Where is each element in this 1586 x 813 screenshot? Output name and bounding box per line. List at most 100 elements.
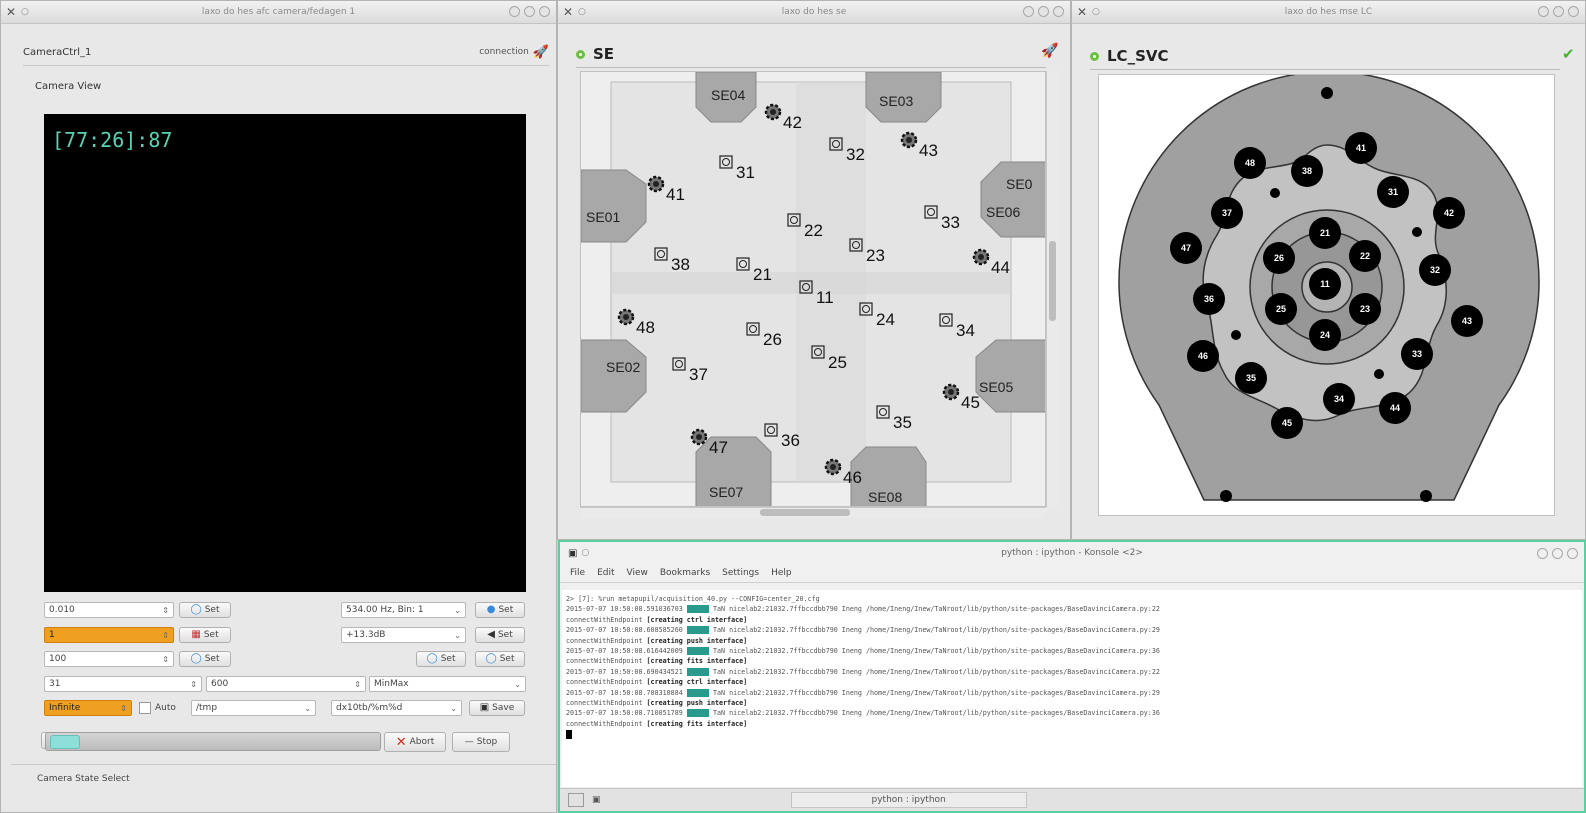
close-button[interactable]	[1567, 548, 1578, 559]
connection-status[interactable]: connection 🚀	[479, 45, 549, 60]
close-button[interactable]	[1568, 6, 1579, 17]
checkbox-box[interactable]	[139, 702, 151, 714]
gain-select[interactable]: +13.3dB ⌄	[341, 627, 466, 643]
progress-slider[interactable]	[45, 732, 381, 751]
lc-circle-38[interactable]: 38	[1291, 155, 1323, 187]
maximize-button[interactable]	[1552, 548, 1563, 559]
lc-circle-41[interactable]: 41	[1345, 132, 1377, 164]
set-button-b[interactable]: ◯ Set	[475, 651, 525, 667]
pattern-select[interactable]: dx10tb/%m%d ⌄	[331, 700, 462, 716]
lc-circle-45[interactable]: 45	[1271, 407, 1303, 439]
lc-circle-47[interactable]: 47	[1170, 232, 1202, 264]
se-canvas[interactable]: SE04 SE03 SE01 SE06 SE02 SE05 SE07 SE08 SE0 42 43…	[580, 71, 1046, 507]
lc-canvas[interactable]: 41 48 38 31 37 42 47 21 22 26 11 32 36 25 23 43 24 46 33 35…	[1098, 74, 1555, 516]
se-region-se05	[975, 339, 1045, 413]
save-button[interactable]: ▣ Save	[469, 700, 525, 716]
lc-circle-32[interactable]: 32	[1419, 254, 1451, 286]
roi-x-field[interactable]: 31 ⇕	[44, 676, 202, 692]
maximize-button[interactable]	[1038, 6, 1049, 17]
gain-field[interactable]: 100 ⇕	[44, 651, 174, 667]
menu-bookmarks[interactable]: Bookmarks	[660, 568, 710, 578]
set-button-a[interactable]: ◯ Set	[416, 651, 466, 667]
frames-field[interactable]: 1 ⇕	[44, 627, 174, 643]
hole	[1412, 227, 1422, 237]
lc-circle-23[interactable]: 23	[1349, 293, 1381, 325]
spinner-icon[interactable]: ⇕	[120, 704, 127, 713]
set-exposure-button[interactable]: ◯ Set	[179, 602, 231, 618]
menu-view[interactable]: View	[627, 568, 648, 578]
status-bar: Camera State Select	[11, 764, 556, 792]
minimize-button[interactable]	[1023, 6, 1034, 17]
lc-circle-46[interactable]: 46	[1187, 340, 1219, 372]
se-horizontal-scrollbar[interactable]	[580, 507, 1046, 518]
scroll-thumb[interactable]	[1049, 241, 1056, 321]
pin-icon[interactable]: ○	[21, 7, 33, 17]
menu-edit[interactable]: Edit	[597, 568, 614, 578]
circle-label: 25	[1276, 304, 1286, 314]
lc-map: 41 48 38 31 37 42 47 21 22 26 11 32 36 25 23 43 24 46 33 35…	[1118, 75, 1540, 502]
auto-checkbox[interactable]: Auto	[139, 700, 189, 716]
set-frames-button[interactable]: ▦ Set	[179, 627, 231, 643]
path-select[interactable]: /tmp ⌄	[191, 700, 316, 716]
lc-circle-34[interactable]: 34	[1323, 383, 1355, 415]
lc-circle-26[interactable]: 26	[1263, 242, 1295, 274]
minimize-button[interactable]	[509, 6, 520, 17]
minimize-button[interactable]	[1538, 6, 1549, 17]
infinite-field[interactable]: Infinite ⇕	[44, 700, 132, 716]
spinner-icon[interactable]: ⇕	[162, 655, 169, 664]
lc-circle-33[interactable]: 33	[1401, 338, 1433, 370]
new-tab-icon[interactable]	[568, 793, 584, 807]
lc-circle-22[interactable]: 22	[1349, 240, 1381, 272]
fiber-label: 31	[736, 163, 755, 182]
rate-select[interactable]: 534.00 Hz, Bin: 1 ⌄	[341, 602, 466, 618]
lc-circle-37[interactable]: 37	[1211, 197, 1243, 229]
spinner-icon[interactable]: ⇕	[190, 680, 197, 689]
exposure-field[interactable]: 0.010 ⇕	[44, 602, 174, 618]
lc-circle-48[interactable]: 48	[1234, 147, 1266, 179]
lc-circle-42[interactable]: 42	[1433, 197, 1465, 229]
set-rate-button[interactable]: ● Set	[475, 602, 525, 618]
lc-circle-35[interactable]: 35	[1235, 362, 1267, 394]
stop-button[interactable]: — Stop	[452, 732, 510, 752]
close-icon[interactable]: ✕	[558, 5, 578, 19]
terminal-tab[interactable]: python : ipython	[790, 792, 1027, 808]
maximize-button[interactable]	[1553, 6, 1564, 17]
close-icon[interactable]: ✕	[1072, 5, 1092, 19]
spinner-icon[interactable]: ⇕	[162, 631, 169, 640]
scroll-thumb[interactable]	[760, 509, 850, 516]
lc-circle-36[interactable]: 36	[1193, 283, 1225, 315]
pin-icon[interactable]: ○	[1092, 7, 1104, 17]
close-icon[interactable]: ✕	[1, 5, 21, 19]
terminal-output[interactable]: 2> [7]: %run metapupil/acquisition_40.py…	[562, 590, 1582, 787]
scale-select[interactable]: MinMax ⌄	[369, 676, 526, 692]
close-button[interactable]	[1053, 6, 1064, 17]
close-button[interactable]	[539, 6, 550, 17]
slider-thumb[interactable]	[50, 735, 80, 749]
camera-window-titlebar[interactable]: ✕ ○ laxo do hes afc camera/fedagen 1	[1, 1, 556, 24]
maximize-button[interactable]	[524, 6, 535, 17]
terminal-titlebar[interactable]: ▣ ○ python : ipython - Konsole <2>	[560, 542, 1584, 564]
lc-window-titlebar[interactable]: ✕ ○ laxo do hes mse LC	[1072, 1, 1585, 24]
abort-button[interactable]: ✕ Abort	[384, 732, 446, 752]
lc-circle-21[interactable]: 21	[1309, 217, 1341, 249]
minimize-button[interactable]	[1537, 548, 1548, 559]
menu-settings[interactable]: Settings	[722, 568, 759, 578]
lc-circle-31[interactable]: 31	[1377, 176, 1409, 208]
spinner-icon[interactable]: ⇕	[354, 680, 361, 689]
lc-circle-25[interactable]: 25	[1265, 293, 1297, 325]
set-gain-select-button[interactable]: ◀ Set	[475, 627, 525, 643]
set-gain-button[interactable]: ◯ Set	[179, 651, 231, 667]
lc-circle-11[interactable]: 11	[1309, 268, 1341, 300]
menu-file[interactable]: File	[570, 568, 585, 578]
pin-icon[interactable]: ○	[578, 7, 590, 17]
roi-y-field[interactable]: 600 ⇕	[206, 676, 366, 692]
spinner-icon[interactable]: ⇕	[162, 606, 169, 615]
menu-help[interactable]: Help	[771, 568, 792, 578]
se-vertical-scrollbar[interactable]	[1046, 71, 1059, 507]
camera-view[interactable]: [77:26]:87	[44, 114, 526, 592]
rocket-icon[interactable]: 🚀	[1041, 43, 1058, 59]
lc-circle-44[interactable]: 44	[1379, 392, 1411, 424]
se-window-titlebar[interactable]: ✕ ○ laxo do hes se	[558, 1, 1070, 24]
lc-circle-43[interactable]: 43	[1451, 305, 1483, 337]
lc-circle-24[interactable]: 24	[1309, 319, 1341, 351]
